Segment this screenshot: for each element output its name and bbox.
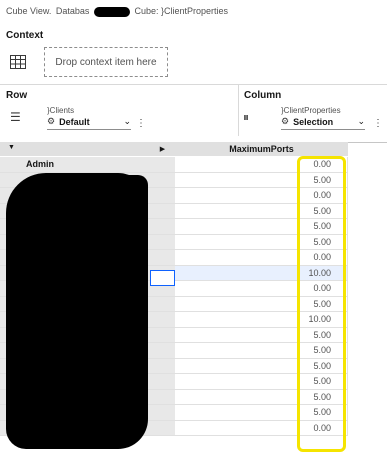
subset-icon: ⚙ (47, 116, 56, 126)
row-label[interactable]: Admin (0, 157, 175, 173)
divider (0, 84, 387, 85)
row-header-area (0, 142, 151, 156)
columns-icon: ⏸ (243, 110, 250, 124)
breadcrumb-cube-view[interactable]: Cube View. (6, 6, 51, 16)
column-dimension-chip[interactable]: }ClientProperties ⚙ Selection ⌄ (281, 106, 365, 130)
row-options-icon[interactable]: ⋮ (136, 118, 146, 129)
row-subset-value: Default (59, 116, 90, 127)
subset-icon: ⚙ (281, 116, 290, 126)
column-options-icon[interactable]: ⋮ (373, 118, 383, 129)
redaction (110, 175, 148, 365)
breadcrumb: Cube View. Databas Cube: }ClientProperti… (6, 6, 230, 17)
context-title: Context (6, 30, 44, 41)
breadcrumb-cube[interactable]: Cube: }ClientProperties (134, 6, 228, 16)
breadcrumb-database[interactable]: Databas (56, 6, 90, 16)
divider (238, 84, 239, 136)
row-dimension-name: }Clients (47, 106, 75, 115)
row-subset-select[interactable]: ⚙ Default ⌄ (47, 116, 131, 130)
chevron-down-icon: ⌄ (123, 116, 131, 126)
selected-cell[interactable] (150, 270, 175, 286)
redaction (93, 6, 130, 17)
highlight-outline (297, 156, 346, 452)
expand-icon[interactable]: ▶ (150, 142, 176, 156)
rows-icon: ☰ (10, 110, 21, 124)
column-subset-select[interactable]: ⚙ Selection ⌄ (281, 116, 365, 130)
column-subset-value: Selection (293, 116, 334, 127)
row-title: Row (6, 90, 28, 101)
context-drop-zone[interactable]: Drop context item here (44, 47, 168, 77)
drop-placeholder: Drop context item here (55, 56, 157, 68)
column-title: Column (244, 90, 282, 101)
caret-down-icon[interactable]: ▼ (8, 144, 15, 151)
column-dimension-name: }ClientProperties (281, 106, 341, 115)
chevron-down-icon: ⌄ (357, 116, 365, 126)
table-icon (10, 55, 26, 69)
column-header[interactable]: MaximumPorts (175, 142, 348, 156)
row-dimension-chip[interactable]: }Clients ⚙ Default ⌄ (47, 106, 131, 130)
